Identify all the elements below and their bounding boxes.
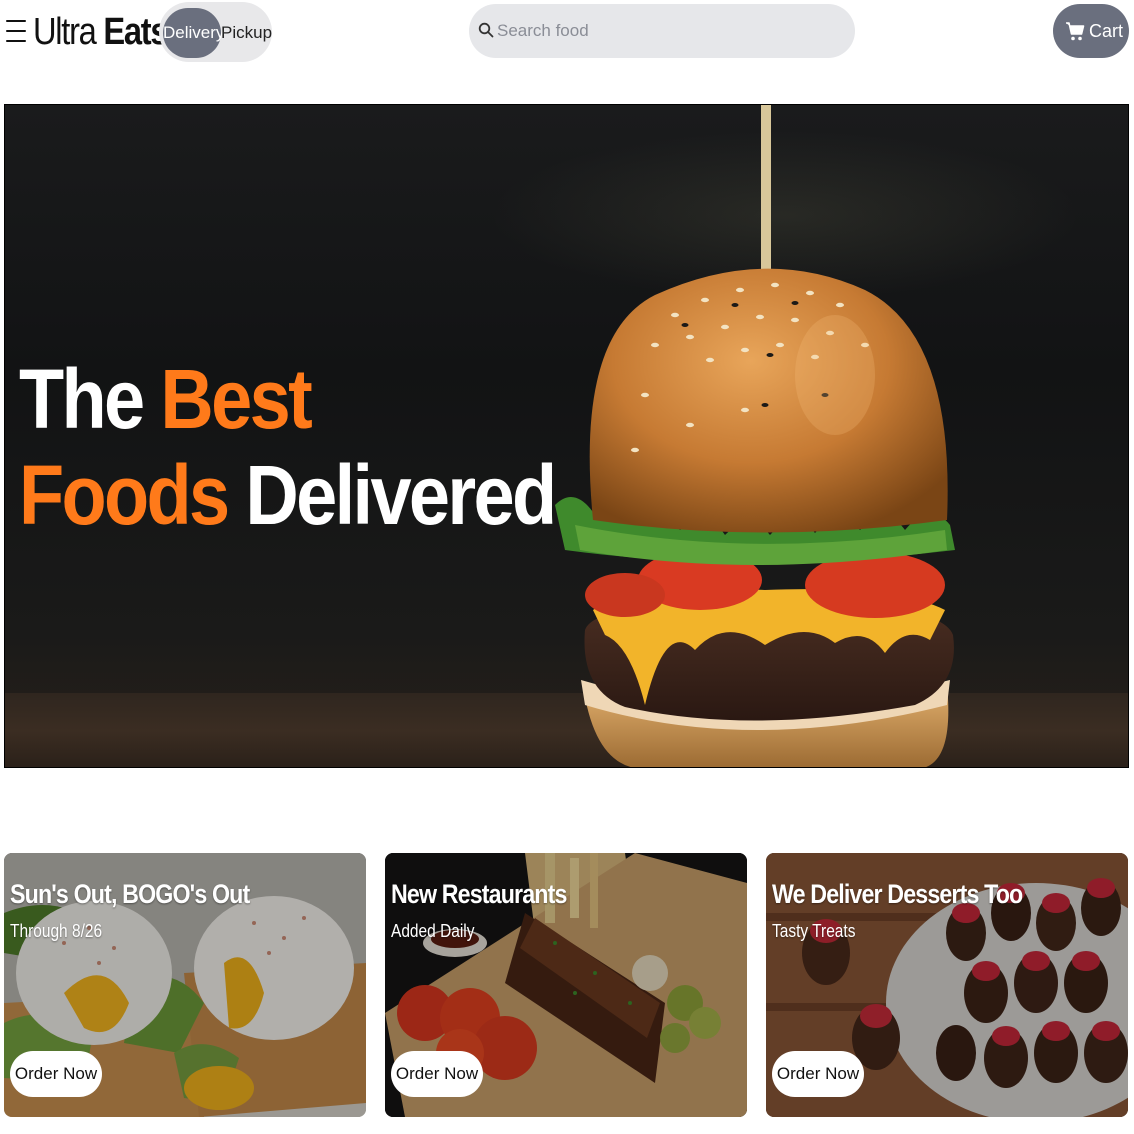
top-bar: Ultra Eats Delivery Pickup Cart [0, 0, 1134, 64]
promo-title: New Restaurants [391, 879, 567, 909]
promo-title: We Deliver Desserts Too [772, 879, 1023, 909]
order-now-button[interactable]: Order Now [391, 1051, 483, 1097]
cart-icon [1066, 22, 1085, 41]
order-now-button[interactable]: Order Now [10, 1051, 102, 1097]
brand-name-thin: Ultra [33, 11, 97, 53]
search-bar [469, 4, 855, 58]
cart-button[interactable]: Cart [1053, 4, 1129, 58]
hero-headline-line-2: Foods Delivered [19, 447, 557, 543]
promo-subtitle: Tasty Treats [772, 921, 856, 941]
cart-label: Cart [1089, 21, 1124, 41]
promo-card-desserts[interactable]: We Deliver Desserts Too Tasty Treats Ord… [766, 853, 1128, 1117]
menu-icon[interactable] [6, 18, 26, 44]
delivery-pickup-toggle: Delivery Pickup [159, 2, 272, 62]
promo-title: Sun's Out, BOGO's Out [10, 879, 250, 909]
hero-headline: The Best Foods Delivered [19, 351, 557, 543]
order-now-button[interactable]: Order Now [772, 1051, 864, 1097]
delivery-button[interactable]: Delivery [163, 8, 224, 58]
promo-card-new-restaurants[interactable]: New Restaurants Added Daily Order Now [385, 853, 747, 1117]
promo-subtitle: Added Daily [391, 921, 475, 941]
promo-card-bogo[interactable]: Sun's Out, BOGO's Out Through 8/26 Order… [4, 853, 366, 1117]
hero-word-delivered: Delivered [245, 448, 557, 542]
hero-headline-line-1: The Best [19, 351, 555, 447]
hero-word-best: Best [160, 352, 312, 446]
brand-logo[interactable]: Ultra Eats [33, 10, 169, 54]
search-icon [478, 22, 494, 38]
search-input[interactable] [497, 10, 837, 52]
hero-word-foods: Foods [19, 448, 230, 542]
hero-banner: The Best Foods Delivered [4, 104, 1129, 768]
pickup-button[interactable]: Pickup [221, 8, 272, 58]
brand-name-bold: Eats [103, 11, 168, 53]
promo-subtitle: Through 8/26 [10, 921, 103, 941]
burger-image [555, 105, 955, 767]
hero-word-the: The [19, 352, 145, 446]
